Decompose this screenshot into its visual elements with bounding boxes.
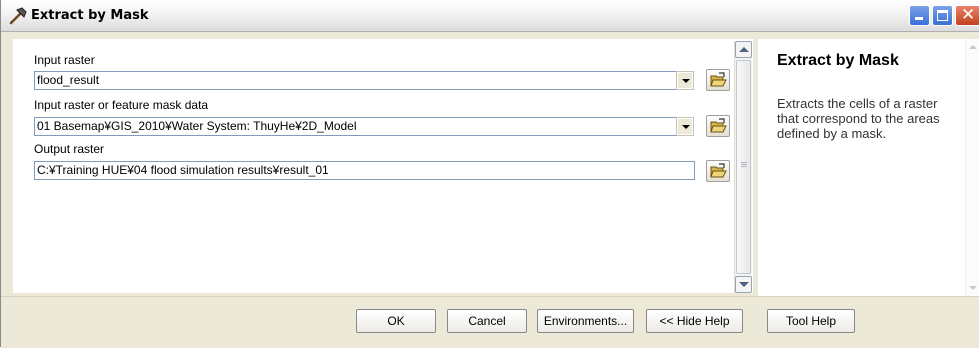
- cancel-button[interactable]: Cancel: [447, 309, 527, 333]
- output-raster-label: Output raster: [34, 142, 105, 156]
- button-bar: OK Cancel Environments... << Hide Help T…: [1, 296, 979, 348]
- help-panel: Extract by Mask Extracts the cells of a …: [758, 39, 979, 296]
- hide-help-button[interactable]: << Hide Help: [646, 309, 743, 333]
- help-scrollbar[interactable]: [965, 39, 979, 296]
- input-raster-field[interactable]: flood_result: [34, 71, 694, 90]
- hammer-icon: [9, 7, 27, 25]
- maximize-icon: [937, 10, 948, 21]
- mask-data-browse-button[interactable]: [706, 115, 730, 137]
- minimize-button[interactable]: [909, 5, 930, 26]
- parameters-scrollbar[interactable]: [734, 41, 752, 293]
- input-raster-label: Input raster: [34, 53, 95, 67]
- thumb-grip: [741, 164, 747, 165]
- output-raster-field[interactable]: C:¥Training HUE¥04 flood simulation resu…: [34, 161, 695, 180]
- close-icon: ✕: [961, 5, 976, 25]
- output-raster-browse-button[interactable]: [706, 160, 730, 182]
- ok-button[interactable]: OK: [356, 309, 436, 333]
- help-scroll-down-icon[interactable]: [966, 281, 979, 296]
- scroll-down-arrow-icon[interactable]: [735, 276, 752, 293]
- scroll-thumb[interactable]: [736, 60, 751, 274]
- tool-help-button[interactable]: Tool Help: [767, 309, 855, 333]
- minimize-icon: [915, 17, 923, 20]
- scroll-up-arrow-icon[interactable]: [735, 41, 752, 58]
- environments-button[interactable]: Environments...: [537, 309, 634, 333]
- parameters-panel: Input raster flood_result Input raster o…: [13, 39, 753, 293]
- thumb-grip: [741, 166, 747, 167]
- extract-by-mask-dialog: Extract by Mask ✕ Input raster flood_res…: [0, 0, 979, 348]
- folder-open-icon: [710, 72, 727, 87]
- folder-open-icon: [710, 118, 727, 133]
- mask-data-field[interactable]: 01 Basemap¥GIS_2010¥Water System: ThuyHe…: [34, 117, 694, 136]
- mask-data-dropdown[interactable]: [676, 117, 694, 136]
- help-splitter[interactable]: [753, 39, 757, 296]
- title-bar[interactable]: Extract by Mask ✕: [1, 0, 979, 32]
- input-raster-browse-button[interactable]: [706, 69, 730, 91]
- mask-data-label: Input raster or feature mask data: [34, 98, 209, 112]
- folder-open-icon: [710, 163, 727, 178]
- input-raster-dropdown[interactable]: [676, 71, 694, 90]
- maximize-button[interactable]: [932, 5, 953, 26]
- help-description: Extracts the cells of a raster that corr…: [777, 96, 940, 141]
- thumb-grip: [741, 162, 747, 163]
- window-title: Extract by Mask: [31, 8, 149, 23]
- help-title: Extract by Mask: [777, 52, 899, 69]
- help-scroll-up-icon[interactable]: [966, 39, 979, 54]
- close-button[interactable]: ✕: [955, 5, 979, 26]
